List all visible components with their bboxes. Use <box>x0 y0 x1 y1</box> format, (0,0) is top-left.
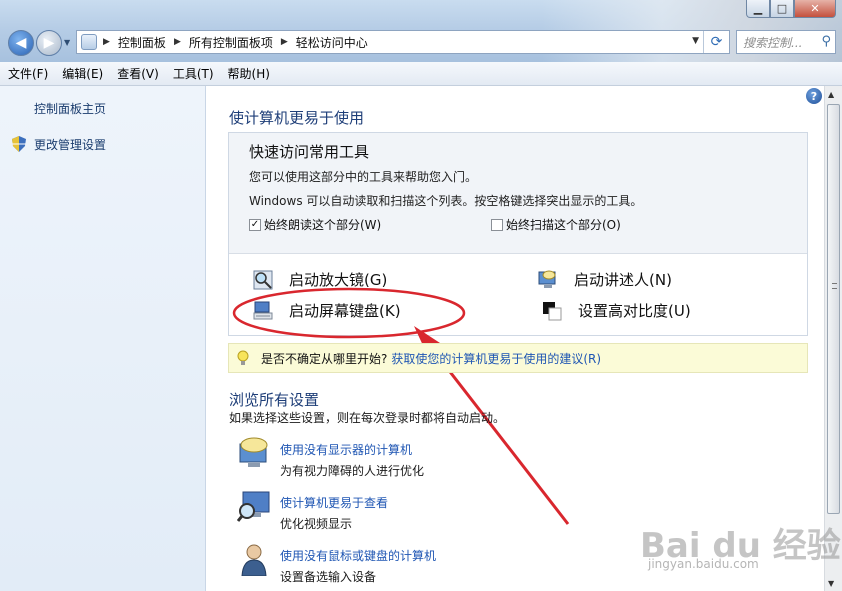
browse-item-no-mouse-keyboard[interactable]: 使用没有鼠标或键盘的计算机 <box>280 547 436 564</box>
tip-link[interactable]: 获取使您的计算机更易于使用的建议(R) <box>391 350 601 367</box>
watermark-url: jingyan.baidu.com <box>648 557 759 571</box>
browse-item-no-display[interactable]: 使用没有显示器的计算机 <box>280 441 412 458</box>
user-icon <box>241 544 267 576</box>
browse-desc: 如果选择这些设置，则在每次登录时都将自动启动。 <box>229 411 506 425</box>
tip-text: 是否不确定从哪里开始? <box>261 351 388 366</box>
speech-monitor-icon <box>239 437 268 467</box>
browse-item-easier-to-see[interactable]: 使计算机更易于查看 <box>280 494 388 511</box>
browse-item-easier-to-see-desc: 优化视频显示 <box>280 517 353 531</box>
lightbulb-icon <box>237 350 249 365</box>
browse-item-no-mouse-keyboard-desc: 设置备选输入设备 <box>280 570 377 584</box>
annotation-overlay <box>232 287 570 525</box>
monitor-magnifier-icon <box>237 491 270 522</box>
tip-bar: 是否不确定从哪里开始? 获取使您的计算机更易于使用的建议(R) <box>228 343 808 373</box>
browse-item-no-display-desc: 为有视力障碍的人进行优化 <box>280 464 425 478</box>
annotation-ellipse <box>232 287 466 339</box>
browse-title: 浏览所有设置 <box>229 391 320 409</box>
